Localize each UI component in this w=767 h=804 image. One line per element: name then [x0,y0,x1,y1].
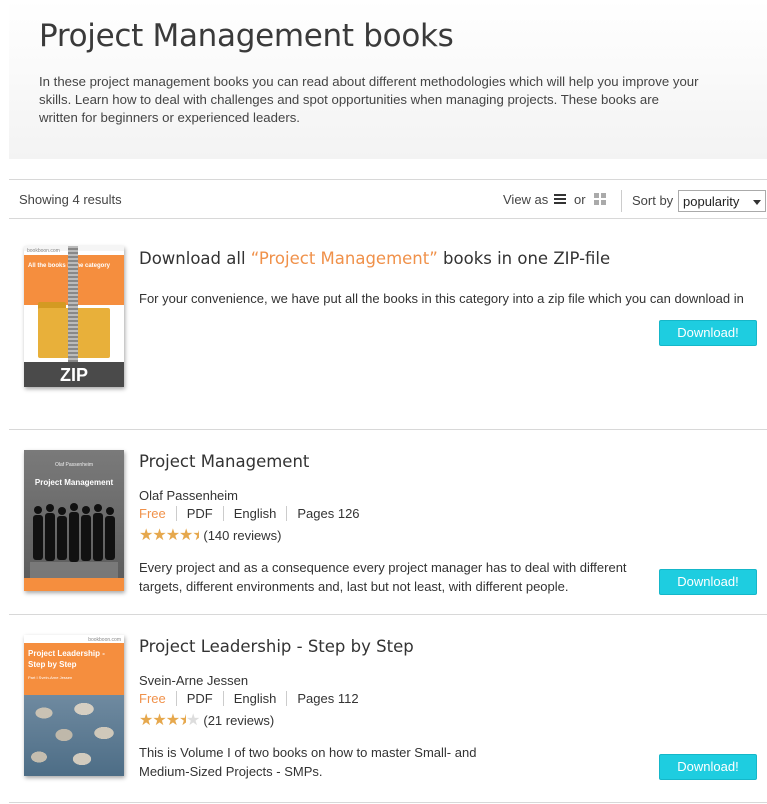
review-count: (140 reviews) [203,527,282,543]
book-rating[interactable]: ★★★★★ (140 reviews) [139,525,281,545]
zip-title-prefix: Download all [139,249,251,268]
book-title[interactable]: Project Leadership - Step by Step [139,637,414,656]
toolbar-divider [621,190,622,212]
book-title[interactable]: Project Management [139,452,309,471]
cover-author: Olaf Passenheim [54,462,94,468]
category-header: Project Management books In these projec… [9,0,767,159]
list-view-icon[interactable] [554,194,566,204]
book-language: English [222,691,287,706]
review-count: (21 reviews) [203,712,275,728]
zip-title[interactable]: Download all “Project Management” books … [139,249,610,268]
book-cover-image[interactable]: Olaf Passenheim Project Management [24,450,124,591]
chevron-down-icon [753,200,761,205]
book-item: bookboon.com Project Leadership - Step b… [9,615,767,803]
book-meta: Free PDF English Pages 112 [139,691,369,706]
rating-stars-icon: ★★★★★ [139,527,199,544]
category-description: In these project management books you ca… [39,74,699,125]
zip-cover-image[interactable]: bookboon.com All the books in the catego… [24,246,124,387]
sort-select-value: popularity [683,194,740,209]
book-price: Free [139,506,166,521]
book-price: Free [139,691,166,706]
view-as-label: View as [503,192,549,207]
sort-select[interactable]: popularity [678,190,766,212]
book-format: PDF [175,506,223,521]
or-label: or [574,192,586,207]
book-description: Every project and as a consequence every… [139,560,627,594]
rating-stars-icon: ★★★★★ [139,712,200,729]
zip-title-category: “Project Management” [250,249,438,268]
zip-title-suffix: books in one ZIP-file [437,249,611,268]
zip-download-button[interactable]: Download! [659,320,757,346]
book-author[interactable]: Svein-Arne Jessen [139,673,248,688]
cover-title: Project Leadership - Step by Step [28,649,105,669]
book-author[interactable]: Olaf Passenheim [139,488,238,503]
book-meta: Free PDF English Pages 126 [139,506,370,521]
results-toolbar: Showing 4 results View as or Sort by pop… [9,179,767,219]
zipper-graphic [68,246,78,362]
results-count: Showing 4 results [19,192,122,207]
grid-view-icon[interactable] [594,193,607,205]
sort-by-label: Sort by [632,193,674,208]
book-description: This is Volume I of two books on how to … [139,745,477,779]
book-item: Olaf Passenheim Project Management Proje… [9,430,767,615]
book-format: PDF [175,691,223,706]
zip-download-item: bookboon.com All the books in the catego… [9,219,767,430]
cover-subtitle: Part I Svein-Arne Jessen [28,675,73,680]
book-pages: Pages 126 [286,506,369,521]
zip-label: ZIP [59,365,88,385]
book-language: English [222,506,287,521]
cover-title: Project Management [34,478,114,487]
page-title: Project Management books [39,18,454,54]
download-button[interactable]: Download! [659,754,757,780]
book-cover-image[interactable]: bookboon.com Project Leadership - Step b… [24,635,124,776]
cover-brand: bookboon.com [27,248,60,254]
people-silhouette-icon [30,503,118,578]
book-rating[interactable]: ★★★★★ (21 reviews) [139,710,274,730]
zip-description: For your convenience, we have put all th… [139,291,744,306]
stones-image [24,695,124,776]
download-button[interactable]: Download! [659,569,757,595]
book-pages: Pages 112 [286,691,368,706]
